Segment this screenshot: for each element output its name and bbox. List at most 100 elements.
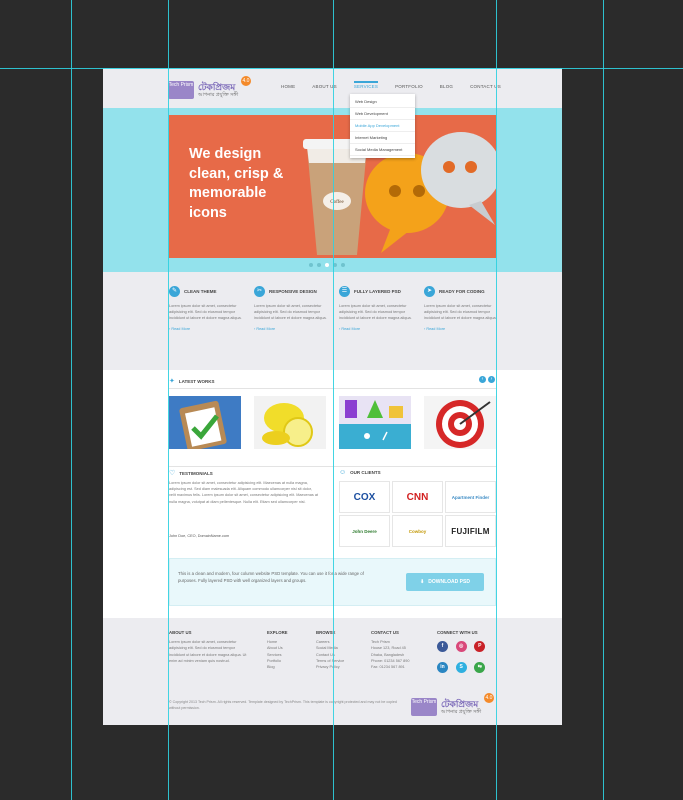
skype-icon[interactable]: S: [455, 662, 467, 673]
slider-dot-active[interactable]: [325, 263, 329, 267]
read-more-link[interactable]: › Read More: [339, 327, 417, 331]
contact-line: House 123, Road 45: [371, 646, 406, 651]
dropdown-item[interactable]: Social Media Management: [350, 144, 415, 156]
feature-title: FULLY LAYERED PSD: [354, 289, 401, 294]
guide-line: [603, 0, 604, 800]
button-label: DOWNLOAD PSD: [428, 579, 470, 585]
site-logo[interactable]: Tech Prism টেকপ্রিজম আপনার প্রযুক্তি সঙ্…: [168, 76, 251, 101]
slider-dots: [309, 263, 345, 267]
share-icon[interactable]: ⇆: [474, 662, 486, 673]
target-icon: [436, 400, 491, 448]
work-thumbnail[interactable]: [254, 396, 326, 449]
feature-text: Lorem ipsum dolor sit amet, consectetur …: [169, 304, 242, 320]
feature-title: RESPONSIVE DESIGN: [269, 289, 317, 294]
client-logo[interactable]: Cowboy: [392, 515, 443, 547]
pinterest-icon[interactable]: P: [474, 641, 486, 652]
footer-heading: BROWSE: [316, 630, 336, 635]
read-more-link[interactable]: › Read More: [254, 327, 332, 331]
send-icon: ➤: [424, 286, 435, 297]
dropdown-item[interactable]: Web Development: [350, 108, 415, 120]
footer-heading: CONTACT US: [371, 630, 399, 635]
logo-box: Tech Prism: [168, 81, 194, 99]
footer-browse: BROWSE Careers Social Media Contact Us T…: [316, 630, 344, 670]
guide-line: [496, 0, 497, 800]
linkedin-icon[interactable]: in: [437, 662, 448, 673]
dropdown-item[interactable]: Web Design: [350, 96, 415, 108]
feature-column: ➤ READY FOR CODING Lorem ipsum dolor sit …: [424, 286, 502, 331]
nav-blog[interactable]: BLOG: [440, 84, 453, 89]
feature-column: ✎ CLEAN THEME Lorem ipsum dolor sit amet,…: [169, 286, 247, 331]
feature-text: Lorem ipsum dolor sit amet, consectetur …: [254, 304, 327, 320]
read-more-label: Read More: [256, 327, 276, 331]
footer-heading: EXPLORE: [267, 630, 288, 635]
prev-arrow-icon[interactable]: ‹: [479, 376, 486, 383]
dropdown-item[interactable]: Mobile App Development: [350, 120, 415, 132]
lemon-icon: [262, 403, 313, 447]
footer-heading: CONNECT WITH US: [437, 630, 478, 635]
feature-text: Lorem ipsum dolor sit amet, consectetur …: [339, 304, 412, 320]
testimonials-header: ♡ TESTIMONIALS: [169, 469, 213, 477]
guide-line: [168, 0, 169, 800]
guide-line: [0, 68, 683, 69]
client-logo[interactable]: Apartment Finder: [445, 481, 496, 513]
download-icon: ⬇: [420, 579, 425, 585]
feature-column: ✂ RESPONSIVE DESIGN Lorem ipsum dolor sit…: [254, 286, 332, 331]
carousel-arrows: ‹ ›: [479, 376, 495, 383]
contact-line: Fax: 01234 567 891: [371, 665, 405, 670]
section-title: TESTIMONIALS: [179, 470, 213, 476]
download-psd-button[interactable]: ⬇ DOWNLOAD PSD: [406, 573, 484, 591]
read-more-label: Read More: [341, 327, 361, 331]
clients-header: ☺ OUR CLIENTS: [339, 469, 381, 476]
work-thumbnail[interactable]: [424, 396, 496, 449]
next-arrow-icon[interactable]: ›: [488, 376, 495, 383]
read-more-link[interactable]: › Read More: [169, 327, 247, 331]
layers-icon: ☰: [339, 286, 350, 297]
client-logo[interactable]: John Deere: [339, 515, 390, 547]
guide-line: [71, 0, 72, 800]
testimonial-text: Lorem ipsum dolor sit amet, consectetur …: [169, 481, 318, 504]
shapes-icon: [339, 396, 411, 449]
client-logo[interactable]: COX: [339, 481, 390, 513]
footer-explore: EXPLORE Home About Us Services Portfolio…: [267, 630, 288, 670]
logo-tagline: আপনার প্রযুক্তি সঙ্গী: [198, 92, 239, 98]
footer-link[interactable]: Blog: [267, 664, 288, 670]
footer-link[interactable]: Privacy Policy: [316, 664, 344, 670]
contact-line: Dhaka, Bangladesh: [371, 652, 405, 657]
clipboard-icon: [179, 400, 227, 449]
dropdown-item[interactable]: Internet Marketing: [350, 132, 415, 144]
footer-connect: CONNECT WITH US: [437, 630, 478, 639]
feature-title: CLEAN THEME: [184, 289, 217, 294]
nav-services[interactable]: SERVICES: [353, 81, 379, 89]
client-logo[interactable]: FUJIFILM: [445, 515, 496, 547]
client-logo[interactable]: CNN: [392, 481, 443, 513]
testimonial-author: John Doe, CEO, DomainName.com: [169, 534, 230, 538]
slider-dot[interactable]: [317, 263, 321, 267]
copyright-text: © Copyright 2013 Tech Prism. All rights …: [169, 700, 397, 710]
feature-title: READY FOR CODING: [439, 289, 485, 294]
slider-dot[interactable]: [309, 263, 313, 267]
nav-portfolio[interactable]: PORTFOLIO: [395, 84, 423, 89]
section-title: LATEST WORKS: [178, 378, 215, 384]
logo-box: Tech Prism: [411, 698, 437, 716]
facebook-icon[interactable]: f: [437, 641, 448, 652]
star-icon: ✦: [169, 378, 175, 385]
work-thumbnail-hover[interactable]: [339, 396, 411, 449]
clients-grid: COX CNN Apartment Finder John Deere Cowb…: [339, 481, 496, 547]
heart-icon: ♡: [169, 470, 176, 477]
nav-home[interactable]: HOME: [281, 84, 295, 89]
section-title: OUR CLIENTS: [350, 470, 381, 475]
main-nav: HOME ABOUT US SERVICES PORTFOLIO BLOG CO…: [281, 81, 501, 89]
slider-dot[interactable]: [341, 263, 345, 267]
latest-works-header: ✦ LATEST WORKS: [169, 377, 215, 385]
logo-badge: 4.0: [241, 76, 251, 86]
footer-heading: ABOUT US: [169, 630, 192, 635]
dribbble-icon[interactable]: ◎: [455, 641, 467, 652]
work-thumbnail[interactable]: [169, 396, 241, 449]
footer-logo[interactable]: Tech Prism টেকপ্রিজম আপনার প্রযুক্তি সঙ্…: [411, 693, 494, 718]
logo-tagline: আপনার প্রযুক্তি সঙ্গী: [441, 709, 482, 715]
footer-about-text: Lorem ipsum dolor sit amet, consectetur …: [169, 640, 247, 663]
services-dropdown: Web Design Web Development Mobile App De…: [350, 94, 415, 158]
footer-about: ABOUT US Lorem ipsum dolor sit amet, con…: [169, 630, 249, 664]
footer-contact: CONTACT US Tech Prism House 123, Road 45…: [371, 630, 409, 670]
read-more-link[interactable]: › Read More: [424, 327, 502, 331]
